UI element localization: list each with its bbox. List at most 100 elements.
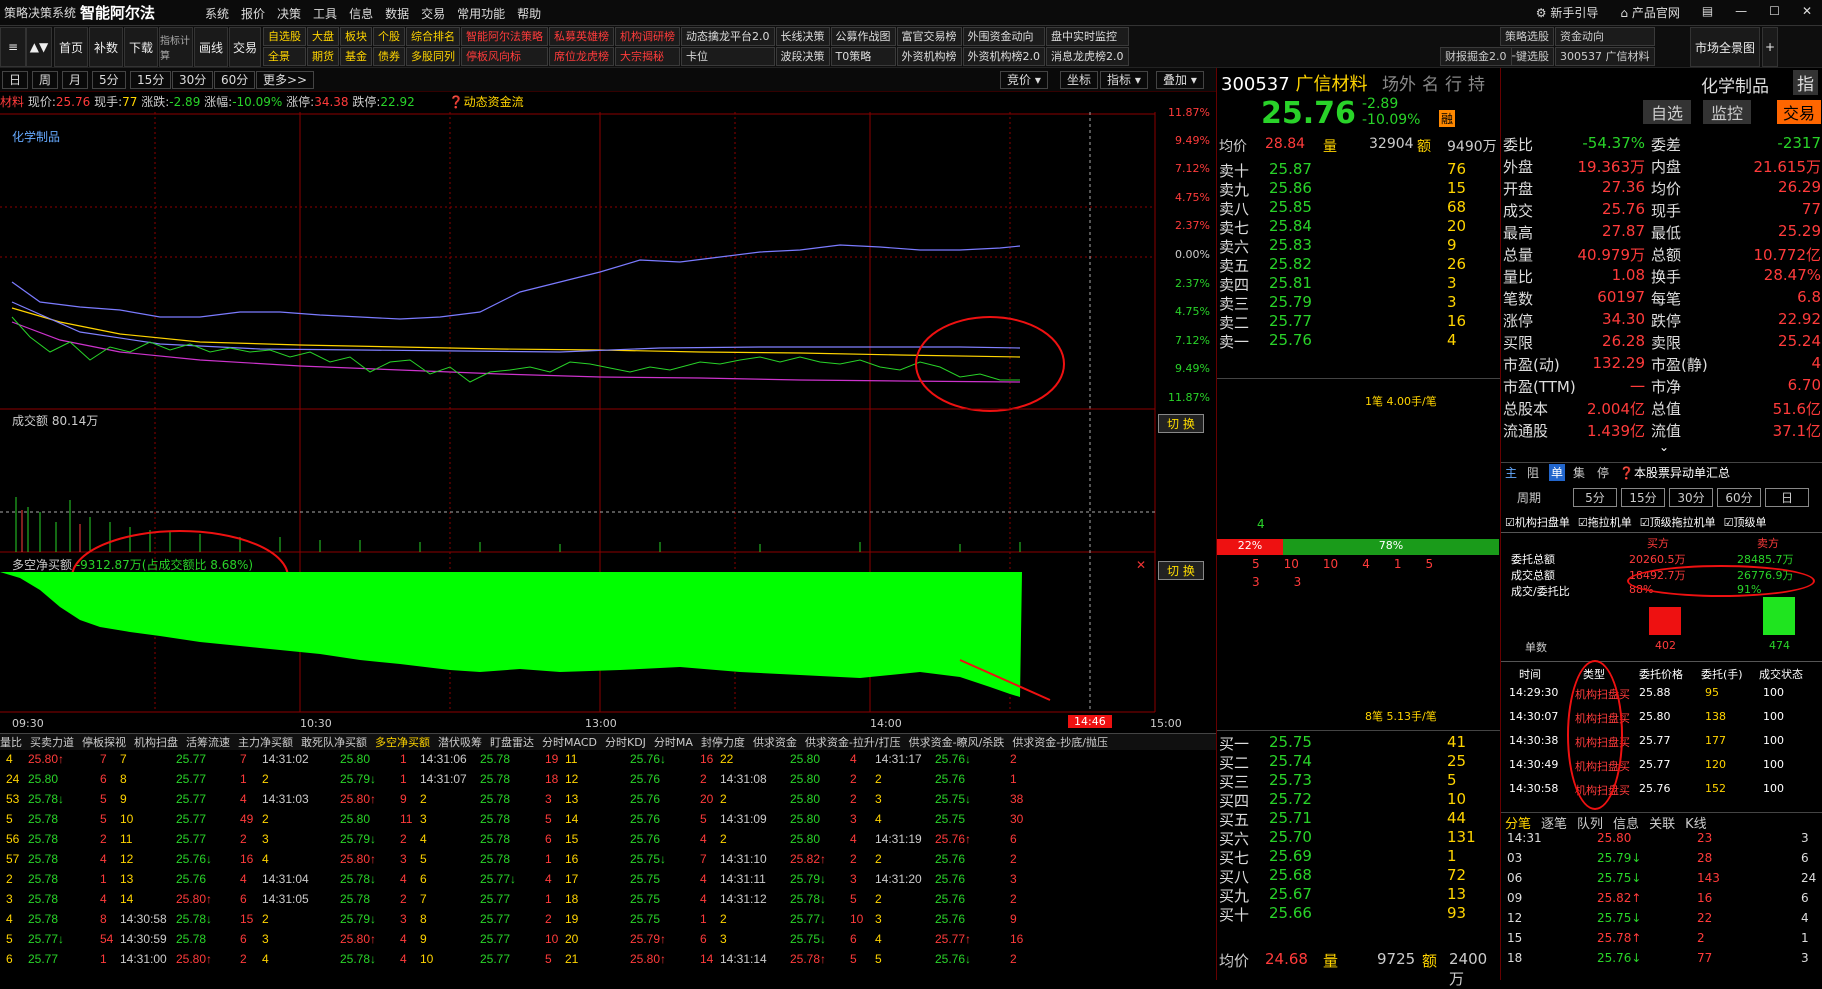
quick-btn[interactable]: 大宗揭秘 [615,47,680,66]
quick-btn[interactable]: 停板风向标 [461,47,548,66]
abn-tab[interactable]: 阻 [1527,464,1539,481]
quick-btn[interactable]: 卡位 [681,47,775,66]
indicator-calc-button[interactable]: 指标计算 [159,27,193,67]
indicator-tab[interactable]: 活筹流速 [186,736,230,749]
menu-item[interactable]: 信息 [349,5,373,22]
menu-item[interactable]: 决策 [277,5,301,22]
beginner-guide-link[interactable]: ⚙ 新手引导 [1536,4,1599,21]
menu-item[interactable]: 交易 [421,5,445,22]
quick-btn[interactable]: 外资机构榜2.0 [962,47,1045,66]
quick-btn[interactable]: 私募英雄榜 [549,27,614,46]
indicator-tab[interactable]: 敢死队净买额 [301,736,367,749]
indicator-tab[interactable]: 量比 [0,736,22,749]
tick-tab-active[interactable]: 分笔 [1505,813,1531,832]
indicator-tab[interactable]: 买卖力道 [30,736,74,749]
quick-btn[interactable]: 长线决策 [775,27,830,46]
quick-btn[interactable]: 席位龙虎榜 [549,47,614,66]
quick-btn[interactable]: 公募作战图 [830,27,896,46]
indicator-tab[interactable]: 分时MACD [542,736,597,749]
quick-btn[interactable]: 策略选股 [1500,27,1554,46]
period-option[interactable]: 15分 [1621,488,1665,507]
quick-btn[interactable]: 机构调研榜 [615,27,680,46]
trade-button[interactable]: 交易 [1777,100,1822,124]
monitor-button[interactable]: 监控 [1703,100,1752,124]
indicator-tab[interactable]: 潜伏吸筹 [438,736,482,749]
tick-tab[interactable]: K线 [1685,813,1707,832]
auction-dropdown[interactable]: 竞价 ▾ [1000,71,1048,89]
tick-tab[interactable]: 队列 [1577,813,1603,832]
menu-item[interactable]: 报价 [241,5,265,22]
website-link[interactable]: ⌂ 产品官网 [1620,4,1679,21]
indicator-tab[interactable]: 主力净买额 [238,736,293,749]
index-button[interactable]: 指 [1793,70,1818,95]
period-option[interactable]: 30分 [1669,488,1713,507]
menu-item[interactable]: 系统 [205,5,229,22]
toolbar-side-icon[interactable]: ≡ [0,27,26,67]
indicator-tab[interactable]: 供求资金 [753,736,797,749]
indicator-tab[interactable]: 供求资金-拉升/打压 [805,736,901,749]
switch-button[interactable]: 切 换 [1158,414,1204,433]
overlay-dropdown[interactable]: 叠加 ▾ [1156,71,1204,89]
tag[interactable]: 行 [1445,70,1462,95]
quick-btn[interactable]: 期货 [307,47,339,66]
indicator-tab[interactable]: 封停力度 [701,736,745,749]
indicator-tab[interactable]: 供求资金-瞭风/杀跌 [909,736,1005,749]
menu-item[interactable]: 帮助 [517,5,541,22]
switch-button-2[interactable]: 切 换 [1158,561,1204,580]
minimize-icon[interactable]: — [1735,4,1747,21]
market-panorama-button[interactable]: 市场全景图 [1690,27,1760,67]
close-panel-icon[interactable]: ✕ [1136,558,1146,572]
indicator-tab[interactable]: 分时KDJ [605,736,646,749]
indicator-tab-active[interactable]: 多空净买额 [375,736,430,749]
tag[interactable]: 名 [1422,70,1439,95]
period-option[interactable]: 5分 [1573,488,1617,507]
coord-button[interactable]: 坐标 [1060,71,1099,89]
abn-tab[interactable]: 集 [1573,464,1585,481]
quick-btn[interactable]: 多股同列 [406,47,460,66]
indicator-tab[interactable]: 供求资金-抄底/抛压 [1012,736,1108,749]
period-tab[interactable]: 5分 [92,71,126,89]
quick-btn[interactable]: T0策略 [830,47,896,66]
menu-item[interactable]: 工具 [313,5,337,22]
quick-btn[interactable]: 全景 [263,47,306,66]
tick-tab[interactable]: 信息 [1613,813,1639,832]
quick-btn[interactable]: 大盘 [307,27,339,46]
abn-tab-active[interactable]: 单 [1549,464,1566,481]
quick-btn[interactable]: 债券 [373,47,405,66]
indicator-tab[interactable]: 分时MA [654,736,693,749]
quick-btn[interactable]: 外资机构榜 [896,47,962,66]
check-item[interactable]: ☑顶级单 [1724,514,1767,530]
menu-item[interactable]: 常用功能 [457,5,505,22]
check-item[interactable]: ☑顶级拖拉机单 [1640,514,1716,530]
close-icon[interactable]: ✕ [1802,4,1812,21]
period-tab[interactable]: 月 [62,71,89,89]
home-button[interactable]: 首页 [54,27,88,67]
period-tab[interactable]: 周 [32,71,59,89]
period-tab-more[interactable]: 更多>> [256,71,315,89]
trade-button[interactable]: 交易 [229,27,261,67]
tick-tab[interactable]: 关联 [1649,813,1675,832]
period-tab[interactable]: 日 [2,71,29,89]
indicator-tab[interactable]: 停板探视 [82,736,126,749]
quick-btn[interactable]: 消息龙虎榜2.0 [1046,47,1129,66]
period-tab[interactable]: 60分 [214,71,256,89]
check-item[interactable]: ☑拖拉机单 [1578,514,1632,530]
tag[interactable]: 场外 [1382,70,1416,95]
indicator-dropdown[interactable]: 指标 ▾ [1100,71,1148,89]
draw-line-button[interactable]: 画线 [194,27,228,67]
menu-icon[interactable]: ▤ [1702,4,1713,21]
quick-btn[interactable]: 波段决策 [775,47,830,66]
quick-btn[interactable]: 动态擒龙平台2.0 [681,27,775,46]
abn-tab[interactable]: 停 [1597,464,1609,481]
quick-btn[interactable]: 资金动向 [1555,27,1655,46]
watchlist-button[interactable]: 自选 [1643,100,1692,124]
quick-btn[interactable]: 300537 广信材料 [1555,47,1655,66]
maximize-icon[interactable]: ☐ [1769,4,1780,21]
nav-arrows-icon[interactable]: ▲▼ [26,27,52,67]
indicator-tab[interactable]: 盯盘雷达 [490,736,534,749]
supplement-data-button[interactable]: 补数 [89,27,123,67]
intraday-chart[interactable]: 化学制品 11.87% 9.49% 7.12% 4.75% 2.37% 0.00… [0,106,1216,717]
period-tab[interactable]: 30分 [172,71,214,89]
add-tab-icon[interactable]: + [1762,27,1778,67]
quick-btn[interactable]: 基金 [340,47,372,66]
